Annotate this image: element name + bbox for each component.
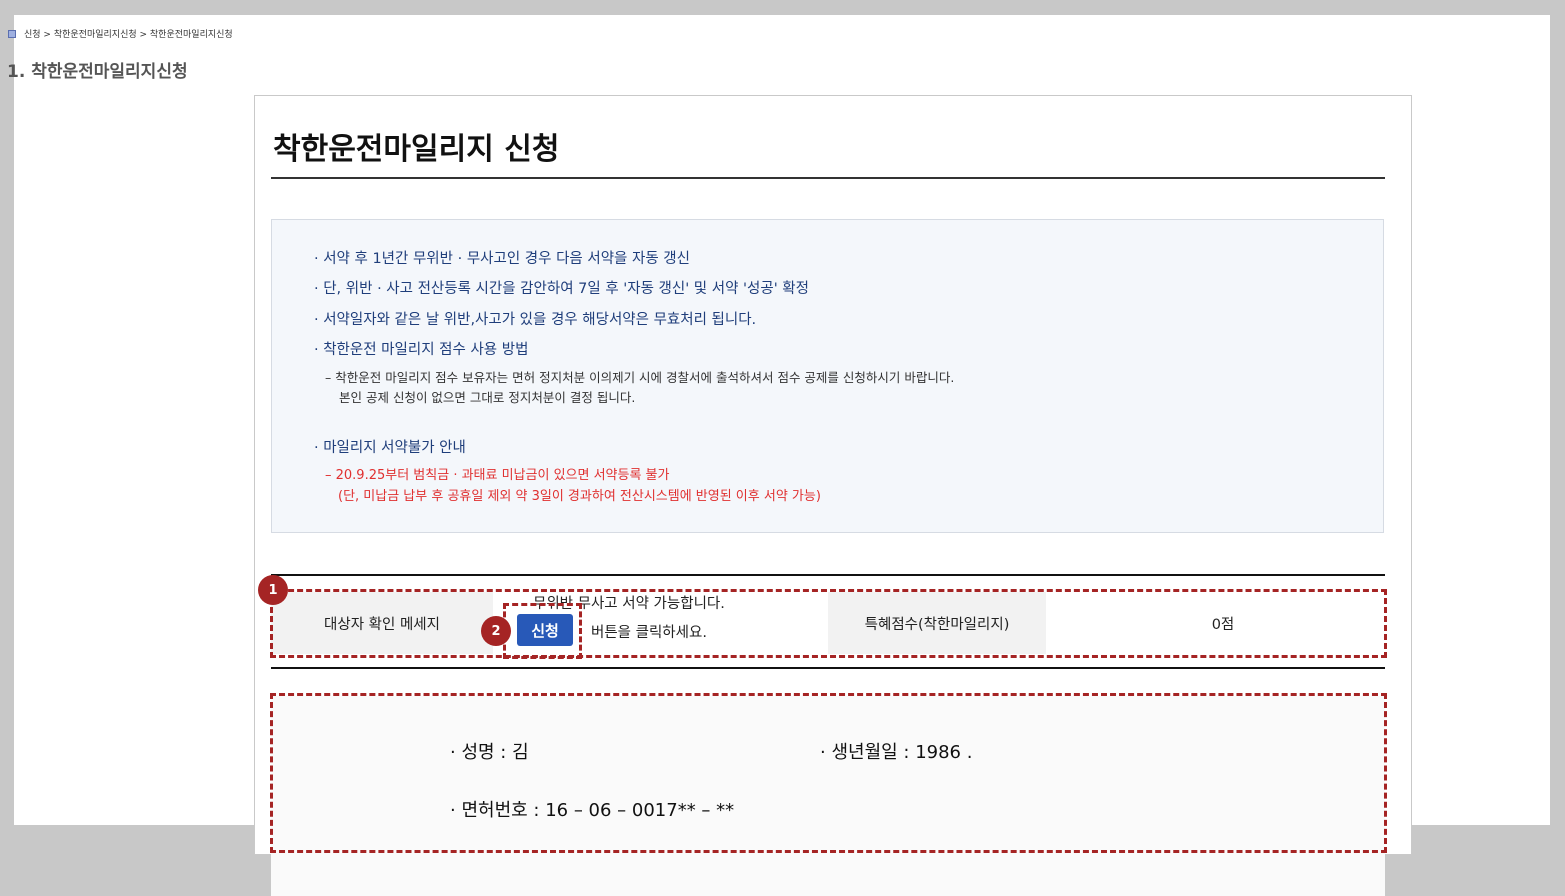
notice-item: · 서약일자와 같은 날 위반,사고가 있을 경우 해당서약은 무효처리 됩니다… <box>314 312 757 328</box>
square-bullet-icon <box>8 29 16 38</box>
annotation-badge-1: 1 <box>258 575 288 605</box>
notice-item: · 착한운전 마일리지 점수 사용 방법 <box>314 342 529 358</box>
breadcrumb-text[interactable]: 신청 > 착한운전마일리지신청 > 착한운전마일리지신청 <box>24 27 233 40</box>
notice-item: · 마일리지 서약불가 안내 <box>314 440 466 456</box>
table-bottom-rule <box>271 667 1385 669</box>
title-divider <box>271 177 1385 179</box>
page-title: 착한운전마일리지 신청 <box>273 132 560 167</box>
notice-warning: – 20.9.25부터 범칙금 · 과태료 미납금이 있으면 서약등록 불가 <box>325 468 670 483</box>
annotation-badge-2: 2 <box>481 616 511 646</box>
notice-subtext: – 착한운전 마일리지 점수 보유자는 면허 정지처분 이의제기 시에 경찰서에… <box>325 370 955 385</box>
breadcrumb: 신청 > 착한운전마일리지신청 > 착한운전마일리지신청 <box>8 27 233 40</box>
highlight-box-3 <box>270 693 1387 853</box>
highlight-box-1 <box>270 589 1387 658</box>
notice-warning: (단, 미납금 납부 후 공휴일 제외 약 3일이 경과하여 전산시스템에 반영… <box>338 489 821 504</box>
notice-box: · 서약 후 1년간 무위반 · 무사고인 경우 다음 서약을 자동 갱신 · … <box>271 219 1384 533</box>
notice-item: · 단, 위반 · 사고 전산등록 시간을 감안하여 7일 후 '자동 갱신' … <box>314 281 809 297</box>
notice-subtext: 본인 공제 신청이 없으면 그대로 정지처분이 결정 됩니다. <box>339 390 636 405</box>
table-top-rule <box>271 574 1385 576</box>
notice-item: · 서약 후 1년간 무위반 · 무사고인 경우 다음 서약을 자동 갱신 <box>314 251 690 267</box>
section-title: 1. 착한운전마일리지신청 <box>7 62 188 82</box>
highlight-box-2 <box>503 603 582 659</box>
